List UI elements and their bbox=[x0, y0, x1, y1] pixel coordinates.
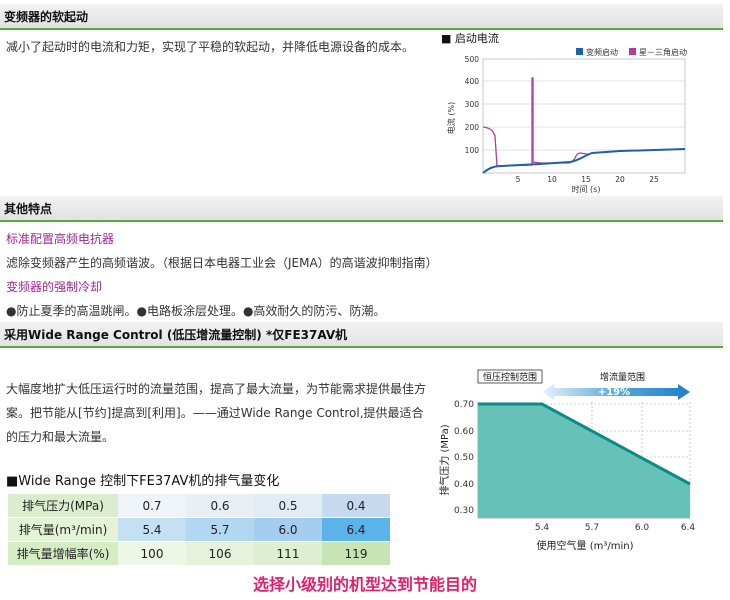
feature-subtitle-cooling: 变频器的强制冷却 bbox=[6, 280, 103, 294]
table-row: 排气量(m³/min) 5.4 5.7 6.0 6.4 bbox=[8, 517, 390, 542]
x-tick: 15 bbox=[581, 175, 591, 184]
legend-label-inverter: 变频启动 bbox=[586, 47, 618, 57]
table-cell: 0.4 bbox=[322, 494, 390, 518]
table-cell: 0.6 bbox=[186, 494, 254, 518]
increase-flow-range-label: 增流量范围 bbox=[600, 371, 645, 383]
flow-area-fill bbox=[478, 404, 690, 518]
table-title: ■Wide Range 控制下FE37AV机的排气量变化 bbox=[6, 474, 280, 489]
table-cell: 6.0 bbox=[254, 517, 322, 542]
x-axis-label: 时间 (s) bbox=[572, 184, 601, 194]
table-cell: 119 bbox=[322, 541, 390, 566]
exhaust-volume-table: 排气压力(MPa) 0.7 0.6 0.5 0.4 排气量(m³/min) 5.… bbox=[8, 494, 390, 566]
table-row: 排气量增幅率(%) 100 106 111 119 bbox=[8, 541, 390, 566]
x-tick: 6.4 bbox=[681, 523, 696, 533]
y-tick: 100 bbox=[465, 146, 480, 155]
y-tick: 200 bbox=[465, 123, 480, 132]
feature-text-harmonics: 滤除变频器产生的高频谐波。（根据日本电器工业会（JEMA）的高谐波抑制指南） bbox=[6, 256, 438, 270]
section-title: 采用Wide Range Control (低压增流量控制) *仅FE37AV机 bbox=[4, 328, 348, 342]
y-tick: 0.30 bbox=[454, 506, 474, 516]
section-header-soft-start: 变频器的软起动 bbox=[0, 4, 723, 30]
table-cell: 6.4 bbox=[322, 517, 390, 542]
y-tick: 0.40 bbox=[454, 480, 474, 490]
x-tick: 6.0 bbox=[635, 523, 650, 533]
x-tick: 5.4 bbox=[535, 523, 550, 533]
table-cell: 5.4 bbox=[118, 517, 186, 542]
wrc-paragraph-line: 的压力和最大流量。 bbox=[6, 430, 115, 444]
y-tick: 0.60 bbox=[454, 427, 474, 437]
table-row: 排气压力(MPa) 0.7 0.6 0.5 0.4 bbox=[8, 494, 390, 518]
increase-percent-label: +19% bbox=[598, 387, 630, 398]
y-tick: 0.50 bbox=[454, 453, 474, 463]
row-label: 排气压力(MPa) bbox=[8, 494, 118, 518]
soft-start-description: 减小了起动时的电流和力矩，实现了平稳的软起动，并降低电源设备的成本。 bbox=[6, 40, 415, 54]
table-cell: 106 bbox=[186, 541, 254, 566]
wrc-paragraph-line: 大幅度地扩大低压运行时的流量范围，提高了最大流量，为节能需求提供最佳方 bbox=[6, 382, 427, 396]
energy-saving-note: 选择小级别的机型达到节能目的 bbox=[252, 575, 477, 594]
section-title: 其他特点 bbox=[4, 202, 53, 216]
table-cell: 100 bbox=[118, 541, 186, 566]
row-label: 排气量(m³/min) bbox=[8, 517, 118, 542]
table-cell: 0.5 bbox=[254, 494, 322, 518]
y-tick: 0.70 bbox=[454, 400, 474, 410]
starting-current-chart: 变频启动 星－三角启动 500 400 300 200 100 5 10 15 … bbox=[446, 47, 687, 194]
x-tick: 25 bbox=[649, 175, 659, 184]
legend-swatch-star-delta bbox=[629, 48, 636, 55]
x-tick: 5.7 bbox=[585, 523, 599, 533]
y-tick: 500 bbox=[465, 55, 480, 64]
row-label: 排气量增幅率(%) bbox=[8, 541, 118, 566]
constant-pressure-range-label: 恒压控制范围 bbox=[483, 371, 537, 383]
section-title: 变频器的软起动 bbox=[4, 10, 89, 24]
y-tick: 300 bbox=[465, 100, 480, 109]
feature-subtitle-reactor: 标准配置高频电抗器 bbox=[6, 232, 115, 246]
table-cell: 0.7 bbox=[118, 494, 186, 518]
y-tick: 400 bbox=[465, 77, 480, 86]
x-tick: 10 bbox=[547, 175, 557, 184]
table-cell: 5.7 bbox=[186, 517, 254, 542]
table-cell: 111 bbox=[254, 541, 322, 566]
wrc-paragraph-line: 案。把节能从[节约]提高到[利用]。——通过Wide Range Control… bbox=[6, 406, 424, 420]
legend-swatch-inverter bbox=[576, 48, 583, 55]
x-tick: 5 bbox=[516, 175, 521, 184]
feature-text-protection: ●防止夏季的高温跳闸。●电路板涂层处理。●高效耐久的防污、防潮。 bbox=[6, 304, 386, 318]
y-axis-label: 电流 (%) bbox=[446, 102, 456, 134]
section-header-other-features: 其他特点 bbox=[0, 196, 723, 222]
x-axis-label: 使用空气量 (m³/min) bbox=[537, 539, 634, 552]
pressure-flow-chart: 恒压控制范围 增流量范围 +19% 0.70 0.60 0.50 0.40 0.… bbox=[438, 369, 696, 552]
section-header-wide-range-control: 采用Wide Range Control (低压增流量控制) *仅FE37AV机 bbox=[0, 322, 723, 348]
y-axis-label: 排气压力 (MPa) bbox=[438, 424, 451, 495]
legend-label-star-delta: 星－三角启动 bbox=[639, 47, 687, 57]
x-tick: 20 bbox=[615, 175, 625, 184]
